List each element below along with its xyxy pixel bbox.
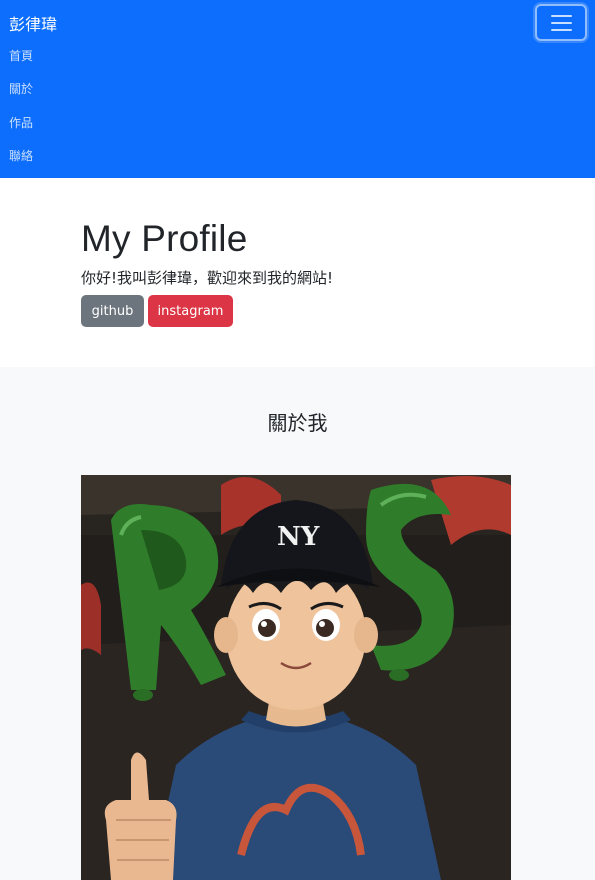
nav-item-home[interactable]: 首頁 [9,47,33,64]
instagram-button[interactable]: instagram [148,295,233,327]
navbar-toggler-button[interactable] [535,4,587,41]
nav-item-contact[interactable]: 聯絡 [9,147,33,164]
hero-subtitle: 你好!我叫彭律瑋，歡迎來到我的網站! [81,269,334,287]
nav-item-about[interactable]: 關於 [9,80,33,97]
nav-item-works[interactable]: 作品 [9,114,33,131]
github-button[interactable]: github [81,295,144,327]
hero-section: My Profile 你好!我叫彭律瑋，歡迎來到我的網站! github ins… [0,178,595,367]
svg-text:NY: NY [277,522,320,552]
navbar: 彭律瑋 首頁 關於 作品 聯絡 [0,0,595,178]
page-title: My Profile [81,218,248,259]
profile-photo: NY [81,475,511,880]
about-section: 關於我 NY [0,367,595,880]
navbar-brand[interactable]: 彭律瑋 [9,11,57,35]
about-title: 關於我 [267,411,328,435]
